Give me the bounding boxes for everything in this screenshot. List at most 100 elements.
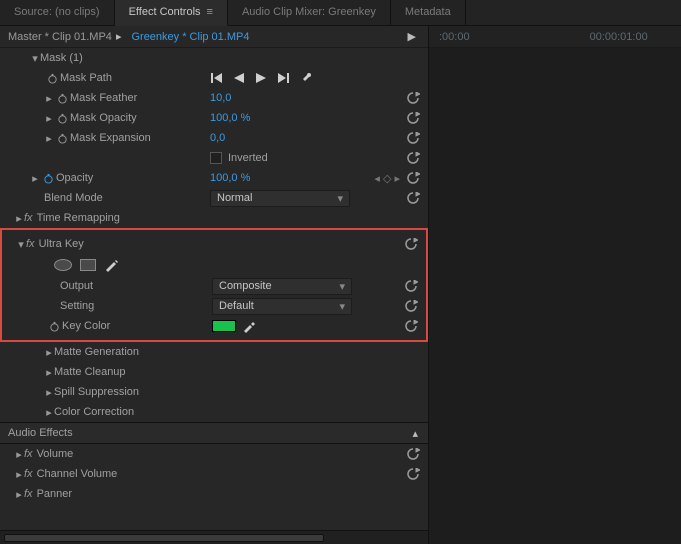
caret-icon: ▸ [116,30,122,43]
mask-inverted-row: Inverted [0,148,428,168]
reset-icon[interactable] [406,192,420,204]
panner-row[interactable]: ▸ fx Panner [0,484,428,504]
tab-audio-mixer[interactable]: Audio Clip Mixer: Greenkey [228,0,391,25]
reset-icon[interactable] [406,172,420,184]
reset-icon[interactable] [406,132,420,144]
volume-row[interactable]: ▸ fx Volume [0,444,428,464]
inverted-checkbox[interactable] [210,152,222,164]
setting-label: Setting [60,300,94,312]
caret-right-icon[interactable]: ▸ [30,172,40,185]
mask-expansion-value[interactable]: 0,0 [210,132,225,144]
caret-right-icon[interactable]: ▸ [44,346,54,359]
stopwatch-icon[interactable] [46,321,62,332]
reset-icon[interactable] [406,152,420,164]
timecode-start: :00:00 [439,31,470,43]
caret-right-icon[interactable]: ▸ [14,468,24,481]
time-remapping-label: Time Remapping [37,212,120,224]
color-correction-row[interactable]: ▸ Color Correction [0,402,428,422]
eyedropper-icon[interactable] [242,320,255,333]
spill-suppression-row[interactable]: ▸ Spill Suppression [0,382,428,402]
audio-effects-label: Audio Effects [8,427,73,439]
fx-badge: fx [24,448,33,460]
channel-volume-row[interactable]: ▸ fx Channel Volume [0,464,428,484]
stopwatch-icon[interactable] [54,113,70,124]
key-color-swatch[interactable] [212,320,236,332]
caret-right-icon[interactable]: ▸ [44,366,54,379]
blend-mode-dropdown[interactable]: Normal▾ [210,190,350,207]
mask-group-row[interactable]: ▾ Mask (1) [0,48,428,68]
pen-mask-icon[interactable] [104,258,118,272]
stopwatch-icon[interactable] [44,73,60,84]
mask-group-label: Mask (1) [40,52,83,64]
play-backward-icon[interactable] [234,73,244,83]
fx-badge: fx [24,488,33,500]
next-keyframe-icon[interactable] [278,73,290,83]
caret-right-icon[interactable]: ▸ [44,132,54,145]
caret-right-icon[interactable]: ▸ [44,112,54,125]
reset-icon[interactable] [404,280,418,292]
audio-effects-section[interactable]: Audio Effects ▴ [0,422,428,444]
mask-path-row: Mask Path [0,68,428,88]
prev-keyframe-icon[interactable] [210,73,222,83]
reset-icon[interactable] [406,112,420,124]
reset-icon[interactable] [406,468,420,480]
ultra-key-row[interactable]: ▾ fx Ultra Key [2,234,426,254]
setting-dropdown[interactable]: Default▾ [212,298,352,315]
mask-opacity-label: Mask Opacity [70,112,137,124]
caret-right-icon[interactable]: ▸ [14,488,24,501]
master-clip-label[interactable]: Master * Clip 01.MP4 [8,31,112,43]
timeline-ruler[interactable]: :00:00 00:00:01:00 [429,31,648,43]
caret-right-icon[interactable]: ▸ [44,92,54,105]
volume-label: Volume [37,448,74,460]
mask-expansion-label: Mask Expansion [70,132,151,144]
reset-icon[interactable] [404,320,418,332]
caret-right-icon[interactable]: ▸ [14,448,24,461]
tab-source[interactable]: Source: (no clips) [0,0,115,25]
play-indicator-icon[interactable]: ▶ [408,30,416,43]
caret-right-icon[interactable]: ▸ [44,386,54,399]
mask-shape-toolbar [2,254,426,276]
collapse-up-icon[interactable]: ▴ [412,427,418,440]
mask-feather-value[interactable]: 10,0 [210,92,231,104]
caret-right-icon[interactable]: ▸ [14,212,24,225]
reset-icon[interactable] [406,92,420,104]
fx-badge: fx [26,238,35,250]
matte-cleanup-label: Matte Cleanup [54,366,126,378]
scrollbar-thumb[interactable] [4,534,324,542]
ellipse-mask-icon[interactable] [54,259,72,271]
reset-icon[interactable] [404,238,418,250]
stopwatch-icon[interactable] [54,93,70,104]
fx-badge: fx [24,212,33,224]
key-color-label: Key Color [62,320,110,332]
keyframe-nav[interactable]: ◂ ◇ ▸ [374,172,400,185]
reset-icon[interactable] [406,448,420,460]
sequence-clip-label[interactable]: Greenkey * Clip 01.MP4 [131,31,249,43]
play-forward-icon[interactable] [256,73,266,83]
caret-right-icon[interactable]: ▸ [44,406,54,419]
tab-effect-controls[interactable]: Effect Controls≡ [115,0,228,26]
time-remapping-row[interactable]: ▸ fx Time Remapping [0,208,428,228]
caret-down-icon[interactable]: ▾ [30,52,40,65]
wrench-icon[interactable] [302,72,314,84]
mask-expansion-row: ▸ Mask Expansion 0,0 [0,128,428,148]
clip-path-header: Master * Clip 01.MP4 ▸ Greenkey * Clip 0… [0,26,428,48]
fx-badge: fx [24,468,33,480]
matte-cleanup-row[interactable]: ▸ Matte Cleanup [0,362,428,382]
reset-icon[interactable] [404,300,418,312]
mask-opacity-value[interactable]: 100,0 % [210,112,250,124]
output-dropdown[interactable]: Composite▾ [212,278,352,295]
chevron-down-icon: ▾ [339,280,345,293]
stopwatch-icon[interactable] [54,133,70,144]
tab-metadata[interactable]: Metadata [391,0,466,25]
output-row: Output Composite▾ [2,276,426,296]
matte-generation-row[interactable]: ▸ Matte Generation [0,342,428,362]
mask-opacity-row: ▸ Mask Opacity 100,0 % [0,108,428,128]
caret-down-icon[interactable]: ▾ [16,238,26,251]
stopwatch-active-icon[interactable] [40,173,56,184]
ultra-key-highlight: ▾ fx Ultra Key Output Composite▾ [0,228,428,342]
rect-mask-icon[interactable] [80,259,96,271]
panel-menu-icon[interactable]: ≡ [207,6,213,18]
output-label: Output [60,280,93,292]
horizontal-scrollbar[interactable] [0,530,428,544]
opacity-value[interactable]: 100,0 % [210,172,250,184]
